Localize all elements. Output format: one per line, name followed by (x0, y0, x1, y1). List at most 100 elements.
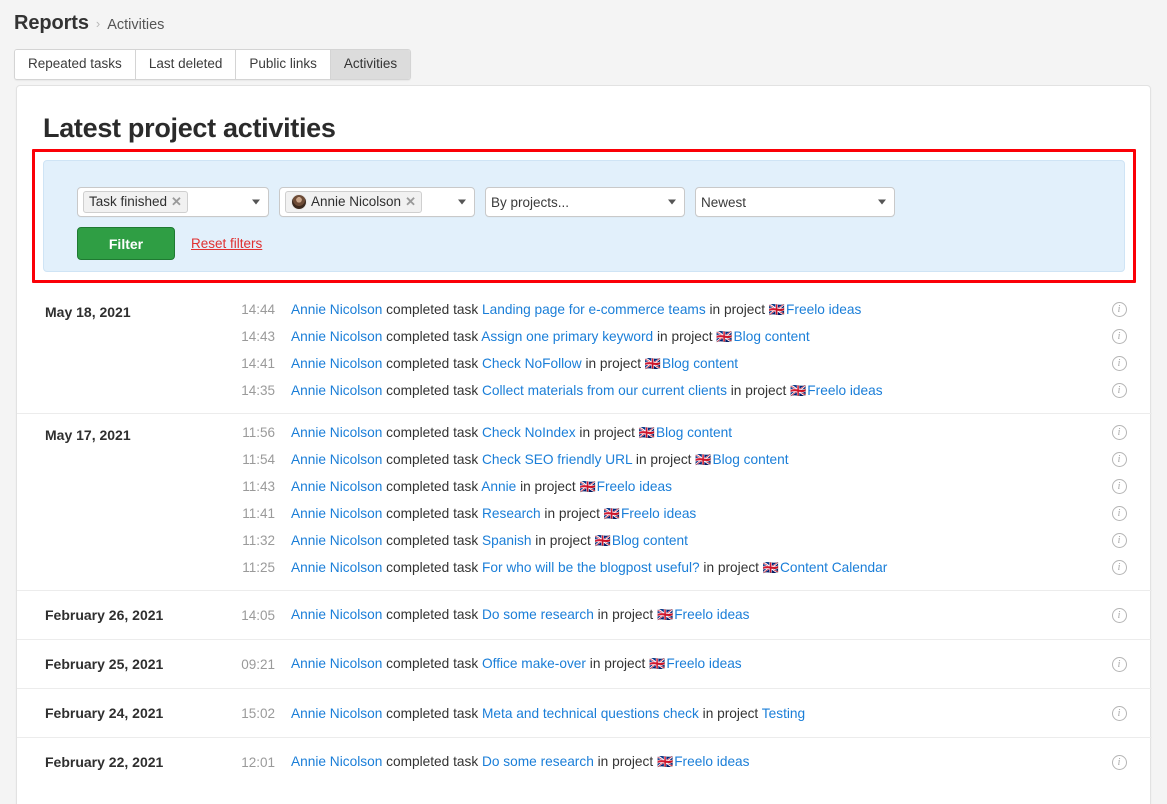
activity-task-link[interactable]: Check NoIndex (482, 425, 576, 440)
info-icon[interactable]: i (1111, 506, 1127, 521)
info-icon[interactable]: i (1111, 479, 1127, 494)
activity-user-link[interactable]: Annie Nicolson (291, 425, 382, 440)
activity-description: Annie Nicolson completed task Landing pa… (291, 302, 1086, 318)
tab-public-links[interactable]: Public links (236, 50, 331, 79)
activity-user-link[interactable]: Annie Nicolson (291, 329, 382, 344)
tab-bar: Repeated tasks Last deleted Public links Ac… (14, 49, 412, 80)
info-icon[interactable]: i (1111, 656, 1127, 672)
activity-user-link[interactable]: Annie Nicolson (291, 754, 382, 769)
activity-task-link[interactable]: Meta and technical questions check (482, 706, 699, 721)
tab-repeated-tasks[interactable]: Repeated tasks (15, 50, 136, 79)
info-icon[interactable]: i (1111, 452, 1127, 467)
remove-user-filter-icon[interactable]: ✕ (405, 195, 416, 208)
activity-task-link[interactable]: Office make-over (482, 656, 586, 671)
activity-user-link[interactable]: Annie Nicolson (291, 479, 382, 494)
activity-project-link[interactable]: Freelo ideas (597, 479, 672, 494)
activity-group-inner: February 26, 2021 14:05 Annie Nicolson com… (17, 591, 1152, 639)
activity-user-link[interactable]: Annie Nicolson (291, 302, 382, 317)
filter-button[interactable]: Filter (77, 227, 175, 260)
info-icon[interactable]: i (1111, 607, 1127, 623)
activity-time: 15:02 (241, 705, 275, 721)
info-icon[interactable]: i (1111, 425, 1127, 440)
activity-project-link[interactable]: Content Calendar (780, 560, 887, 575)
activity-user-link[interactable]: Annie Nicolson (291, 452, 382, 467)
info-icon[interactable]: i (1111, 356, 1127, 371)
info-icon[interactable]: i (1111, 302, 1127, 317)
activity-row: 14:43 Annie Nicolson completed task Assig… (233, 323, 1152, 350)
activity-user-link[interactable]: Annie Nicolson (291, 706, 382, 721)
activity-in-project-label: in project (579, 424, 635, 440)
activity-task-link[interactable]: Do some research (482, 607, 594, 622)
activity-row: 11:54 Annie Nicolson completed task Check… (233, 446, 1152, 473)
activity-in-project-label: in project (703, 559, 759, 575)
activity-task-link[interactable]: Research (482, 506, 541, 521)
user-select[interactable]: Annie Nicolson ✕ (279, 187, 475, 217)
activity-in-project-label: in project (535, 532, 591, 548)
activity-task-link[interactable]: Do some research (482, 754, 594, 769)
sort-select[interactable]: Newest (695, 187, 895, 217)
sort-select-value: Newest (701, 194, 747, 210)
activity-user-link[interactable]: Annie Nicolson (291, 560, 382, 575)
uk-flag-icon: 🇬🇧 (716, 328, 733, 344)
chevron-down-icon (878, 199, 886, 205)
activity-action-label: completed task (386, 559, 479, 575)
activity-project-link[interactable]: Blog content (662, 356, 738, 371)
activity-project-link[interactable]: Blog content (734, 329, 810, 344)
breadcrumb-activities[interactable]: Activities (107, 17, 164, 33)
activity-project-link[interactable]: Freelo ideas (807, 383, 882, 398)
uk-flag-icon: 🇬🇧 (695, 451, 712, 467)
activity-action-label: completed task (386, 301, 479, 317)
info-icon[interactable]: i (1111, 754, 1127, 770)
activity-task-link[interactable]: Check NoFollow (482, 356, 582, 371)
activity-date-label: May 17, 2021 (45, 427, 131, 443)
info-icon[interactable]: i (1111, 329, 1127, 344)
activity-project-link[interactable]: Testing (762, 706, 805, 721)
activity-user-link[interactable]: Annie Nicolson (291, 506, 382, 521)
info-icon[interactable]: i (1111, 705, 1127, 721)
activity-group-inner: February 25, 2021 09:21 Annie Nicolson com… (17, 640, 1152, 688)
activity-project-link[interactable]: Freelo ideas (674, 754, 749, 769)
activity-rows: 11:56 Annie Nicolson completed task Check… (233, 414, 1152, 590)
info-icon[interactable]: i (1111, 560, 1127, 575)
activity-in-project-label: in project (702, 705, 759, 721)
activity-task-link[interactable]: For who will be the blogpost useful? (482, 560, 700, 575)
activity-user-link[interactable]: Annie Nicolson (291, 656, 382, 671)
info-icon[interactable]: i (1111, 533, 1127, 548)
activity-info-cell: i (1086, 533, 1152, 548)
activity-task-link[interactable]: Landing page for e-commerce teams (482, 302, 706, 317)
tab-activities[interactable]: Activities (330, 50, 411, 79)
activity-user-link[interactable]: Annie Nicolson (291, 533, 382, 548)
activity-task-link[interactable]: Collect materials from our current clien… (482, 383, 727, 398)
project-select-value: By projects... (491, 194, 570, 210)
activity-task-link[interactable]: Check SEO friendly URL (482, 452, 632, 467)
activity-project-link[interactable]: Blog content (612, 533, 688, 548)
activity-project-link[interactable]: Blog content (712, 452, 788, 467)
remove-event-filter-icon[interactable]: ✕ (171, 195, 182, 208)
activity-description: Annie Nicolson completed task Collect ma… (291, 383, 1086, 399)
activity-project-link[interactable]: Freelo ideas (786, 302, 861, 317)
project-select[interactable]: By projects... (485, 187, 685, 217)
activity-project-link[interactable]: Freelo ideas (674, 607, 749, 622)
filter-controls-row: Task finished ✕ Annie Nicolson ✕ By proj… (77, 187, 895, 217)
activity-task-link[interactable]: Annie (481, 479, 516, 494)
activity-project-link[interactable]: Freelo ideas (621, 506, 696, 521)
activity-row: 11:43 Annie Nicolson completed task Annie… (233, 473, 1152, 500)
activity-row: 14:35 Annie Nicolson completed task Colle… (233, 377, 1152, 404)
activity-description: Annie Nicolson completed task Meta and t… (291, 706, 1086, 721)
event-type-select[interactable]: Task finished ✕ (77, 187, 269, 217)
activity-project-link[interactable]: Blog content (656, 425, 732, 440)
activity-time: 14:44 (241, 302, 275, 317)
activity-row: 11:56 Annie Nicolson completed task Check… (233, 419, 1152, 446)
info-icon[interactable]: i (1111, 383, 1127, 398)
tab-last-deleted[interactable]: Last deleted (135, 50, 237, 79)
breadcrumb-reports[interactable]: Reports (14, 12, 89, 35)
reset-filters-link[interactable]: Reset filters (191, 236, 262, 251)
activity-time: 12:01 (241, 754, 275, 770)
activity-in-project-label: in project (730, 382, 787, 398)
activity-user-link[interactable]: Annie Nicolson (291, 607, 382, 622)
activity-user-link[interactable]: Annie Nicolson (291, 356, 382, 371)
activity-user-link[interactable]: Annie Nicolson (291, 383, 382, 398)
activity-task-link[interactable]: Spanish (482, 533, 531, 548)
activity-project-link[interactable]: Freelo ideas (666, 656, 741, 671)
activity-task-link[interactable]: Assign one primary keyword (481, 329, 653, 344)
